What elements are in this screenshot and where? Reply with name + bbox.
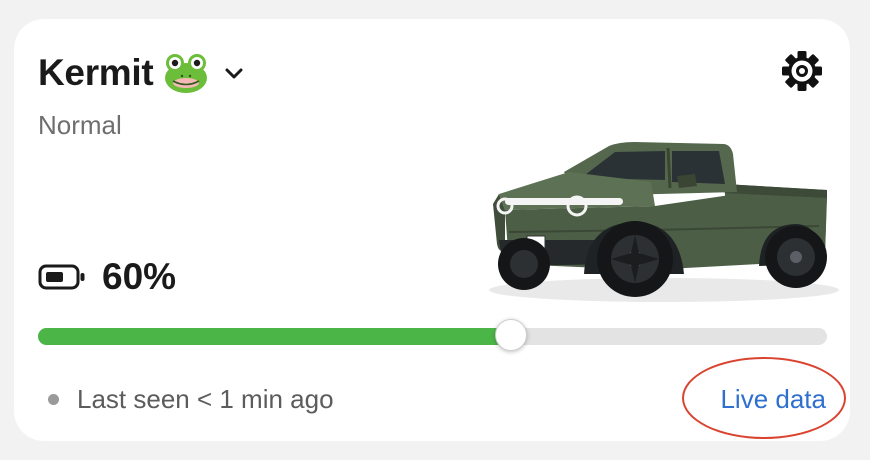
- battery-charge-fill: [38, 328, 512, 345]
- last-seen-text: Last seen < 1 min ago: [77, 383, 334, 414]
- drive-mode-label: Normal: [38, 110, 122, 140]
- battery-icon: [38, 264, 85, 290]
- battery-percent: 60%: [102, 256, 177, 297]
- battery-charge-thumb[interactable]: [495, 319, 528, 351]
- frog-face-icon: [165, 54, 208, 93]
- battery-status: 60%: [38, 252, 176, 302]
- gear-icon[interactable]: [780, 49, 824, 93]
- status-dot: [48, 393, 59, 405]
- chevron-down-icon[interactable]: [223, 62, 245, 84]
- connection-status: Last seen < 1 min ago: [48, 381, 334, 417]
- vehicle-name: Kermit: [38, 52, 154, 93]
- pickup-truck-image: [489, 142, 839, 302]
- battery-charge-bar: [38, 319, 827, 351]
- vehicle-selector[interactable]: Kermit: [38, 49, 245, 97]
- vehicle-card: Kermit Normal 60% Last seen < 1 min ago …: [14, 19, 850, 441]
- live-data-link[interactable]: Live data: [720, 381, 826, 417]
